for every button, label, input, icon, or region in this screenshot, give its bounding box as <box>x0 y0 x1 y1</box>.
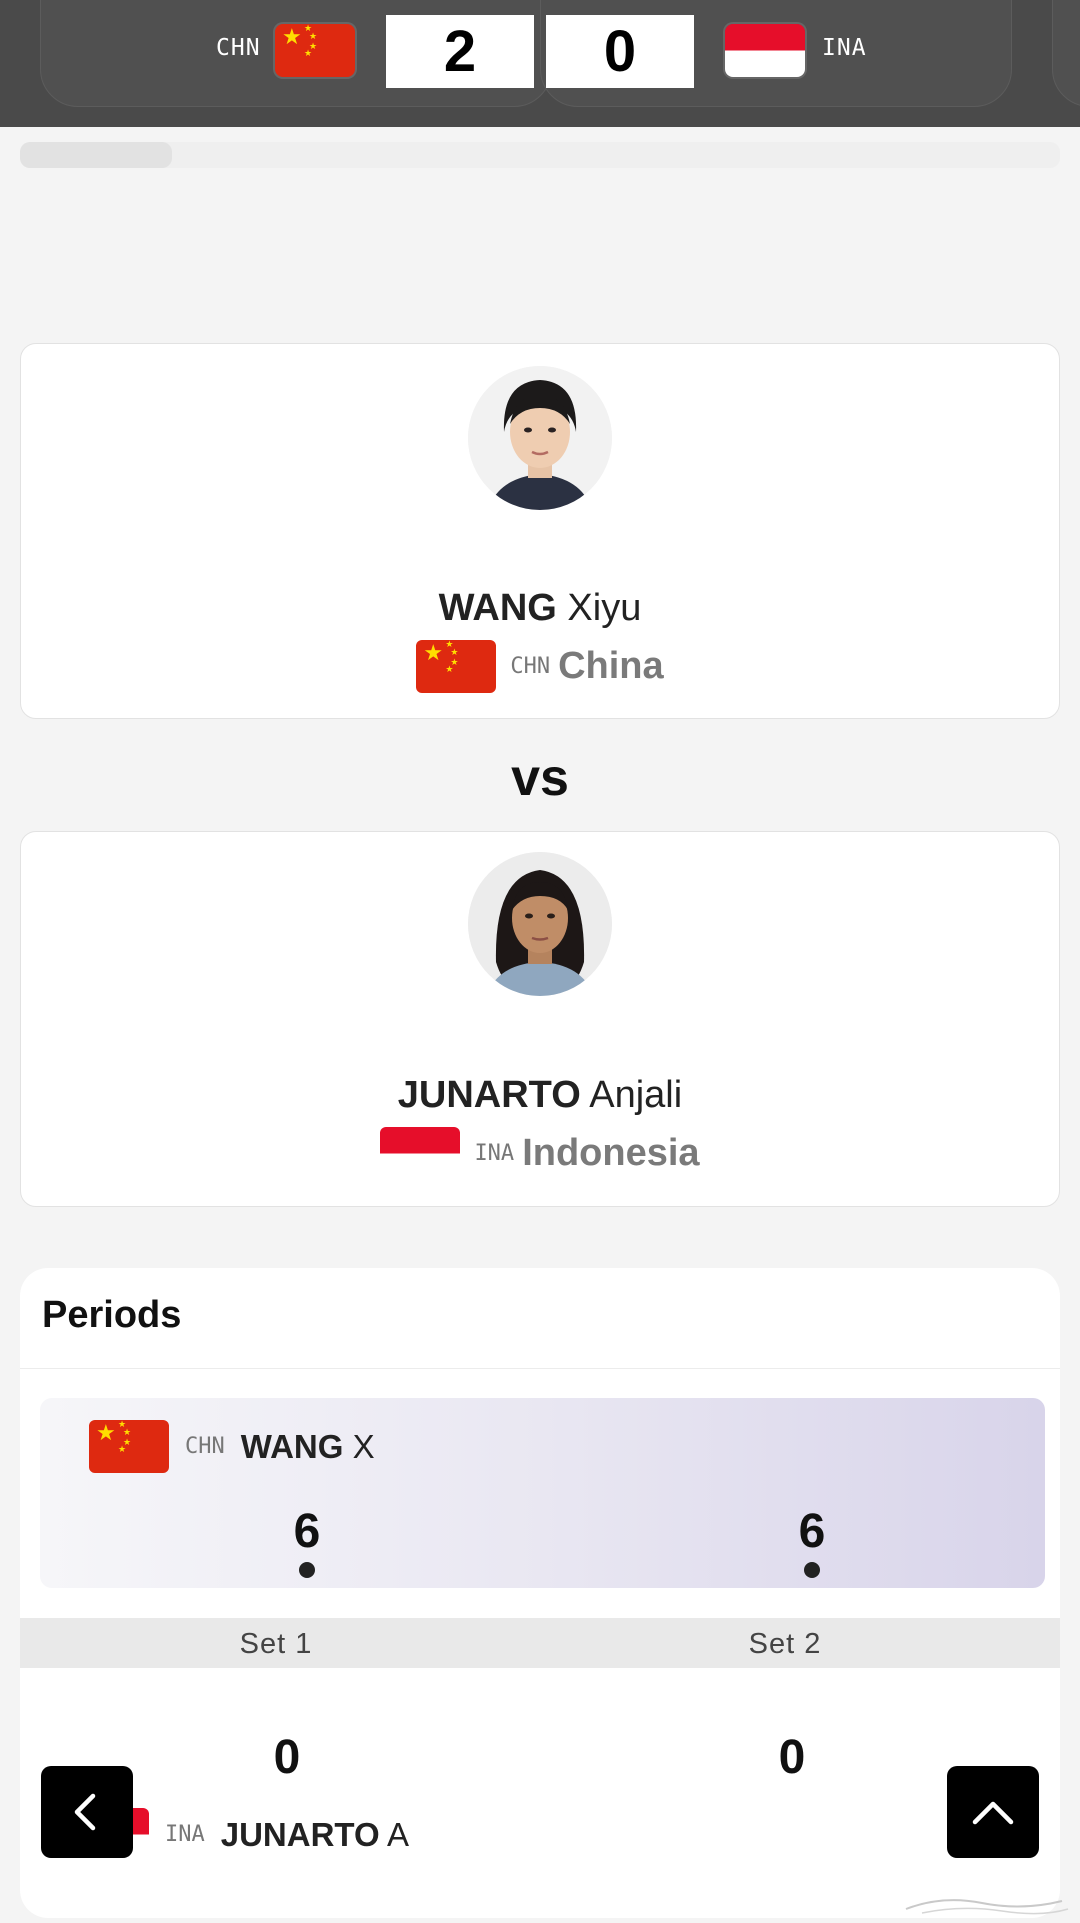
country-name: Indonesia <box>522 1132 700 1174</box>
divider <box>20 1368 1060 1369</box>
indonesia-flag-icon <box>380 1127 461 1180</box>
scroll-to-top-button[interactable] <box>947 1766 1039 1858</box>
chevron-left-icon <box>74 1793 96 1831</box>
player-card-home[interactable]: WANG Xiyu ★ ★ ★ ★ ★ CHN China <box>20 343 1060 719</box>
home-country-code: CHN <box>216 35 261 61</box>
period-player-name: WANG X <box>241 1428 375 1466</box>
country-code: CHN <box>510 654 551 679</box>
player-initial: A <box>387 1815 410 1853</box>
period-row-winner: ★ ★ ★ ★ ★ CHN WANG X 6 6 <box>40 1398 1045 1588</box>
periods-panel: Periods ★ ★ ★ ★ ★ CHN WANG X 6 6 Set 1 S… <box>20 1268 1060 1918</box>
player-initial: X <box>352 1427 375 1465</box>
back-button[interactable] <box>41 1766 133 1858</box>
chevron-up-icon <box>972 1801 1014 1825</box>
set2-score-home: 6 <box>798 1505 826 1558</box>
set1-score-home: 6 <box>293 1505 321 1558</box>
indonesia-flag-icon <box>725 24 805 77</box>
home-score: 2 <box>386 15 534 88</box>
watermark-icon <box>905 1899 1069 1915</box>
country-code: INA <box>165 1822 205 1847</box>
player-surname: JUNARTO <box>397 1074 581 1116</box>
set2-score-away: 0 <box>778 1731 806 1784</box>
country-code: INA <box>474 1141 515 1166</box>
player-avatar <box>468 852 612 996</box>
country-name: China <box>558 645 664 687</box>
versus-label: vs <box>511 749 569 807</box>
set-labels-bar: Set 1 Set 2 <box>20 1618 1060 1668</box>
player-given-name: Xiyu <box>567 587 642 629</box>
player-card-away[interactable]: JUNARTO Anjali INA Indonesia <box>20 831 1060 1207</box>
set-winner-dot <box>804 1562 820 1578</box>
china-flag-icon: ★ ★ ★ ★ ★ <box>275 24 355 77</box>
player-photo-icon <box>468 852 612 996</box>
set1-label: Set 1 <box>239 1628 313 1660</box>
player-given-name: Anjali <box>589 1074 683 1116</box>
player-country: INA Indonesia <box>21 1127 1059 1180</box>
china-flag-icon: ★ ★ ★ ★ ★ <box>89 1420 169 1473</box>
player-surname: JUNARTO <box>220 1815 380 1853</box>
away-score: 0 <box>546 15 694 88</box>
player-country: ★ ★ ★ ★ ★ CHN China <box>21 640 1059 693</box>
away-country-code: INA <box>822 35 867 61</box>
china-flag-icon: ★ ★ ★ ★ ★ <box>416 640 497 693</box>
player-photo-icon <box>468 366 612 510</box>
period-player-name: JUNARTO A <box>221 1816 409 1854</box>
scoreboard-pill <box>1052 0 1080 107</box>
set-winner-dot <box>299 1562 315 1578</box>
period-player-header: ★ ★ ★ ★ ★ CHN WANG X <box>89 1420 375 1473</box>
player-name: WANG Xiyu <box>21 587 1059 630</box>
loading-skeleton-bar <box>20 142 172 168</box>
player-surname: WANG <box>438 587 557 629</box>
loading-skeleton-track <box>20 142 1060 168</box>
country-code: CHN <box>185 1434 225 1459</box>
set2-label: Set 2 <box>748 1628 822 1660</box>
periods-title: Periods <box>42 1294 182 1336</box>
scoreboard-bar: CHN ★ ★ ★ ★ ★ 2 0 INA <box>0 0 1080 127</box>
player-name: JUNARTO Anjali <box>21 1074 1059 1117</box>
set1-score-away: 0 <box>273 1731 301 1784</box>
player-avatar <box>468 366 612 510</box>
player-surname: WANG <box>240 1427 344 1465</box>
